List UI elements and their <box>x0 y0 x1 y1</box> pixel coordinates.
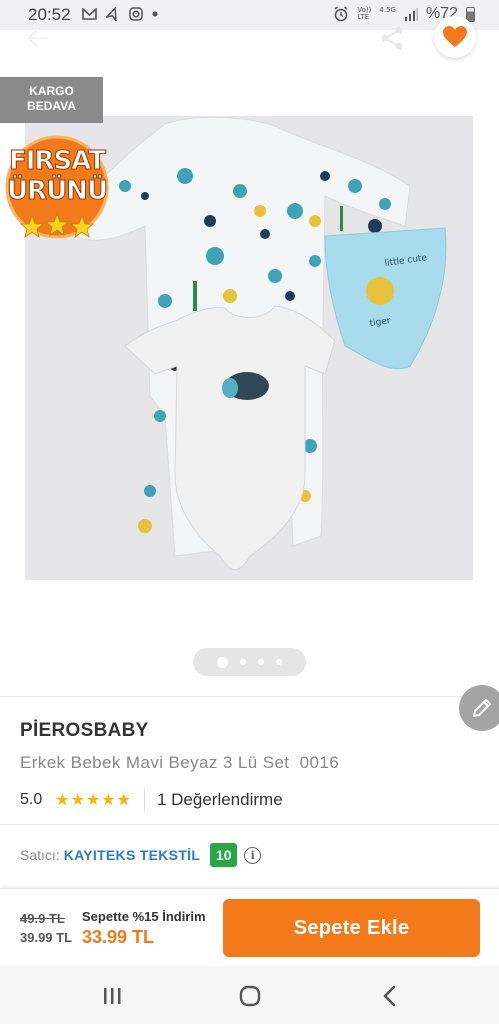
mail-icon <box>82 8 97 20</box>
top-toolbar <box>0 16 499 80</box>
favorite-button[interactable] <box>434 16 476 58</box>
back-nav-icon[interactable] <box>375 981 405 1011</box>
network-lte: LTE <box>357 13 370 21</box>
signal-icon <box>404 7 418 21</box>
free-shipping-line2: BEDAVA <box>27 99 76 113</box>
original-price: 49.9 TL <box>20 911 65 926</box>
info-icon[interactable]: i <box>244 846 262 864</box>
image-pager[interactable] <box>193 648 306 676</box>
current-price: 39.99 TL <box>20 930 73 945</box>
review-count[interactable]: 1 Değerlendirme <box>157 790 283 810</box>
back-arrow-icon[interactable] <box>22 22 54 54</box>
add-to-cart-button[interactable]: Sepete Ekle <box>223 899 480 957</box>
pager-dot[interactable] <box>240 659 246 665</box>
edit-button[interactable] <box>459 685 499 731</box>
product-gallery[interactable]: little cute tiger KARGO BEDAVA FIRSAT ÜR… <box>0 77 499 690</box>
pager-dot[interactable] <box>258 659 264 665</box>
dot-icon <box>152 11 158 17</box>
divider <box>0 824 499 825</box>
instagram-icon <box>129 7 143 21</box>
pager-dot-active[interactable] <box>217 656 228 668</box>
free-shipping-badge: KARGO BEDAVA <box>0 77 103 123</box>
alarm-icon <box>334 6 348 22</box>
purchase-bar: 49.9 TL 39.99 TL Sepette %15 İndirim 33.… <box>0 888 499 966</box>
brand-name[interactable]: PİEROSBABY <box>20 720 149 742</box>
heart-icon <box>443 26 467 47</box>
rating-value: 5.0 <box>20 791 43 808</box>
deal-stars-icon <box>19 212 95 238</box>
pencil-icon <box>473 699 491 717</box>
screen: 20:52 Vo)) LTE 4.5G %72 little cute tige… <box>0 0 499 1024</box>
recent-apps-icon[interactable] <box>97 981 127 1011</box>
pager-dot[interactable] <box>276 659 282 665</box>
seller-score-badge: 10 <box>210 843 238 867</box>
network-indicator: Vo)) LTE <box>357 7 371 21</box>
rating-row[interactable]: 5.0 ★★★★★ 1 Değerlendirme <box>20 788 283 812</box>
free-shipping-line1: KARGO <box>29 84 74 98</box>
deal-badge-line1: FIRSAT <box>8 146 106 177</box>
seller-label: Satıcı: <box>20 847 60 863</box>
basket-discount-label: Sepette %15 İndirim <box>82 909 206 924</box>
home-icon[interactable] <box>235 981 265 1011</box>
navigation-icon <box>106 7 117 21</box>
deal-badge-line2: ÜRÜNÜ <box>6 176 108 207</box>
status-bar: 20:52 Vo)) LTE 4.5G %72 <box>0 0 499 30</box>
product-title: Erkek Bebek Mavi Beyaz 3 Lü Set 0016 <box>20 753 340 772</box>
final-price: 33.99 TL <box>82 927 155 947</box>
rating-separator <box>143 789 145 811</box>
system-nav-bar <box>0 966 499 1024</box>
deal-badge: FIRSAT ÜRÜNÜ <box>2 132 112 242</box>
divider <box>0 696 499 697</box>
seller-row: Satıcı: KAYITEKS TEKSTİL 10 i <box>20 843 262 867</box>
rating-stars: ★★★★★ <box>55 792 132 809</box>
seller-name-link[interactable]: KAYITEKS TEKSTİL <box>64 847 201 863</box>
status-notification-icons <box>82 7 158 21</box>
network-speed: 4.5G <box>379 5 396 14</box>
share-icon[interactable] <box>376 22 408 54</box>
